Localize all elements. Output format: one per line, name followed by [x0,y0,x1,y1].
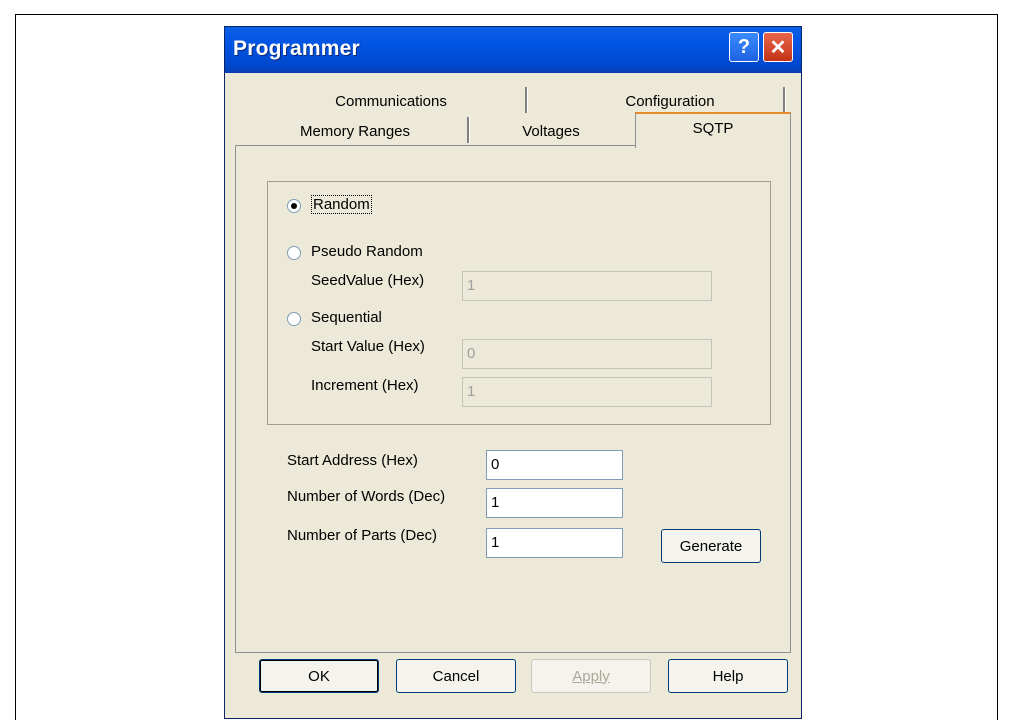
tab-panel-sqtp: Random Pseudo Random SeedValue (Hex) 1 S… [235,145,791,653]
tab-separator [525,87,528,113]
sqtp-mode-group: Random Pseudo Random SeedValue (Hex) 1 S… [267,181,771,425]
dialog-title: Programmer [233,37,360,60]
ok-button[interactable]: OK [259,659,379,693]
num-words-input[interactable]: 1 [486,488,623,518]
start-address-input[interactable]: 0 [486,450,623,480]
tab-communications[interactable]: Communications [291,87,491,115]
close-icon[interactable]: ✕ [763,32,793,62]
generate-button[interactable]: Generate [661,529,761,563]
increment-label: Increment (Hex) [311,377,419,394]
random-label: Random [311,195,372,214]
tab-configuration[interactable]: Configuration [555,87,785,115]
seed-value-input[interactable]: 1 [462,271,712,301]
num-words-label: Number of Words (Dec) [287,488,446,505]
random-label-text: Random [311,195,372,214]
increment-input[interactable]: 1 [462,377,712,407]
start-value-label: Start Value (Hex) [311,338,425,355]
apply-button[interactable]: Apply [531,659,651,693]
title-bar[interactable]: Programmer ? ✕ [225,27,801,73]
programmer-dialog: Programmer ? ✕ Communications Configurat… [224,26,802,719]
pseudo-random-radio[interactable] [287,246,301,260]
num-parts-input[interactable]: 1 [486,528,623,558]
pseudo-random-label: Pseudo Random [311,243,423,260]
help-icon[interactable]: ? [729,32,759,62]
sequential-radio[interactable] [287,312,301,326]
num-parts-label: Number of Parts (Dec) [287,527,438,544]
start-value-input[interactable]: 0 [462,339,712,369]
sequential-label: Sequential [311,309,382,326]
seed-value-label: SeedValue (Hex) [311,272,425,289]
radio-selected-dot [291,203,297,209]
random-radio[interactable] [287,199,301,213]
tab-separator [783,87,786,113]
tab-voltages[interactable]: Voltages [471,115,631,145]
help-button[interactable]: Help [668,659,788,693]
cancel-button[interactable]: Cancel [396,659,516,693]
tab-memory-ranges[interactable]: Memory Ranges [245,115,465,145]
start-address-label: Start Address (Hex) [287,452,418,469]
tab-sqtp[interactable]: SQTP [635,112,791,148]
tab-separator [467,117,470,143]
